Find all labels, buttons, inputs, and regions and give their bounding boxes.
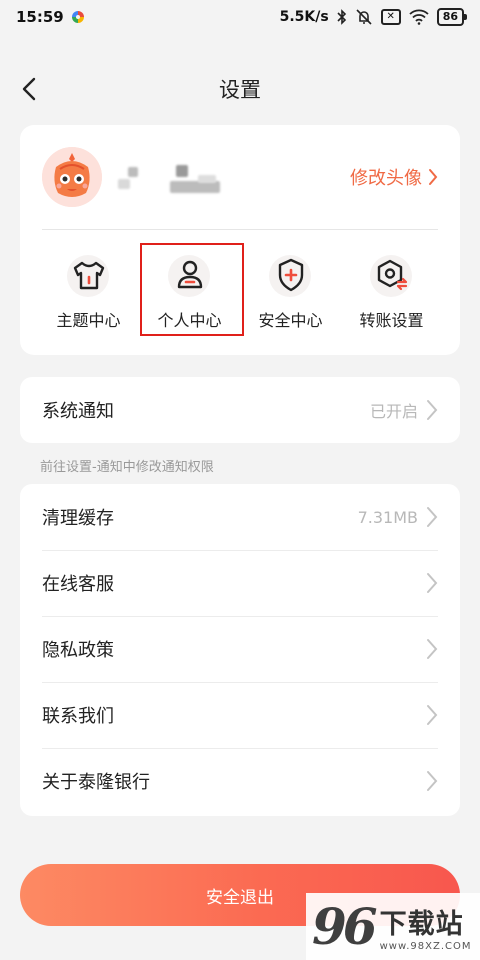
back-button[interactable] xyxy=(14,74,44,104)
header: 设置 xyxy=(0,64,480,114)
tshirt-icon xyxy=(61,251,117,299)
battery-icon: 86 xyxy=(436,8,468,26)
status-bar: 15:59 5.5K/s ✕ 86 xyxy=(0,0,480,34)
shortcut-label: 主题中心 xyxy=(56,311,121,330)
row-label: 清理缓存 xyxy=(42,508,114,529)
chevron-right-icon xyxy=(429,169,438,185)
watermark-title: 下载站 xyxy=(379,908,464,940)
system-notification-row[interactable]: 系统通知 已开启 xyxy=(20,377,460,443)
row-value: 7.31MB xyxy=(357,507,418,527)
contact-us-row[interactable]: 联系我们 xyxy=(20,682,460,748)
status-left: 15:59 xyxy=(16,8,84,26)
status-time: 15:59 xyxy=(16,8,64,26)
mascot-avatar-icon xyxy=(42,147,102,207)
chevron-right-icon xyxy=(426,770,438,792)
avatar[interactable] xyxy=(42,147,102,207)
app-dot-icon xyxy=(71,11,84,23)
row-label: 系统通知 xyxy=(42,401,114,422)
row-label: 隐私政策 xyxy=(42,640,114,661)
shortcut-grid: 主题中心 个人中心 安全中心 转账设置 xyxy=(20,243,460,343)
bluetooth-icon xyxy=(337,9,347,25)
shield-plus-icon xyxy=(263,251,319,299)
watermark-logo: 96 xyxy=(312,896,378,956)
shortcut-label: 安全中心 xyxy=(258,311,323,330)
chevron-right-icon xyxy=(426,638,438,660)
row-label: 联系我们 xyxy=(42,706,114,727)
shortcut-personal-center[interactable]: 个人中心 xyxy=(139,243,244,339)
notification-card: 系统通知 已开启 xyxy=(20,377,460,443)
chevron-right-icon xyxy=(426,572,438,594)
notification-hint: 前往设置-通知中修改通知权限 xyxy=(40,460,214,475)
shortcut-transfer-settings[interactable]: 转账设置 xyxy=(342,243,442,339)
wifi-icon xyxy=(409,9,429,25)
edit-avatar-label: 修改头像 xyxy=(350,168,422,189)
status-right: 5.5K/s ✕ 86 xyxy=(279,8,468,26)
mute-icon xyxy=(355,8,373,26)
logout-label: 安全退出 xyxy=(206,887,274,908)
x-box-icon: ✕ xyxy=(380,9,401,25)
about-bank-row[interactable]: 关于泰隆银行 xyxy=(20,748,460,814)
user-icon xyxy=(162,251,218,299)
transfer-gear-icon xyxy=(364,251,420,299)
privacy-policy-row[interactable]: 隐私政策 xyxy=(20,616,460,682)
row-value: 已开启 xyxy=(369,402,418,421)
watermark-url: www.98XZ.COM xyxy=(379,940,472,952)
username-redacted xyxy=(118,157,228,197)
shortcut-label: 个人中心 xyxy=(157,311,222,330)
site-watermark: 96 下载站 www.98XZ.COM xyxy=(306,893,480,960)
profile-card: 修改头像 主题中心 个人中心 安全中心 转账设置 xyxy=(20,125,460,355)
row-label: 在线客服 xyxy=(42,574,114,595)
chevron-left-icon xyxy=(22,77,36,101)
shortcut-security-center[interactable]: 安全中心 xyxy=(241,243,341,339)
online-service-row[interactable]: 在线客服 xyxy=(20,550,460,616)
edit-avatar-button[interactable]: 修改头像 xyxy=(350,164,438,190)
clear-cache-row[interactable]: 清理缓存 7.31MB xyxy=(20,484,460,550)
row-label: 关于泰隆银行 xyxy=(42,772,150,793)
shortcut-theme-center[interactable]: 主题中心 xyxy=(39,243,139,339)
chevron-right-icon xyxy=(426,704,438,726)
chevron-right-icon xyxy=(426,399,438,421)
shortcut-label: 转账设置 xyxy=(359,311,424,330)
profile-row: 修改头像 xyxy=(20,125,460,229)
watermark-text: 下载站 www.98XZ.COM xyxy=(380,902,472,952)
settings-list: 清理缓存 7.31MB 在线客服 隐私政策 联系我们 关于泰隆银行 xyxy=(20,484,460,816)
network-speed: 5.5K/s xyxy=(279,9,329,25)
profile-divider xyxy=(42,229,438,230)
page-title: 设置 xyxy=(219,78,261,102)
chevron-right-icon xyxy=(426,506,438,528)
